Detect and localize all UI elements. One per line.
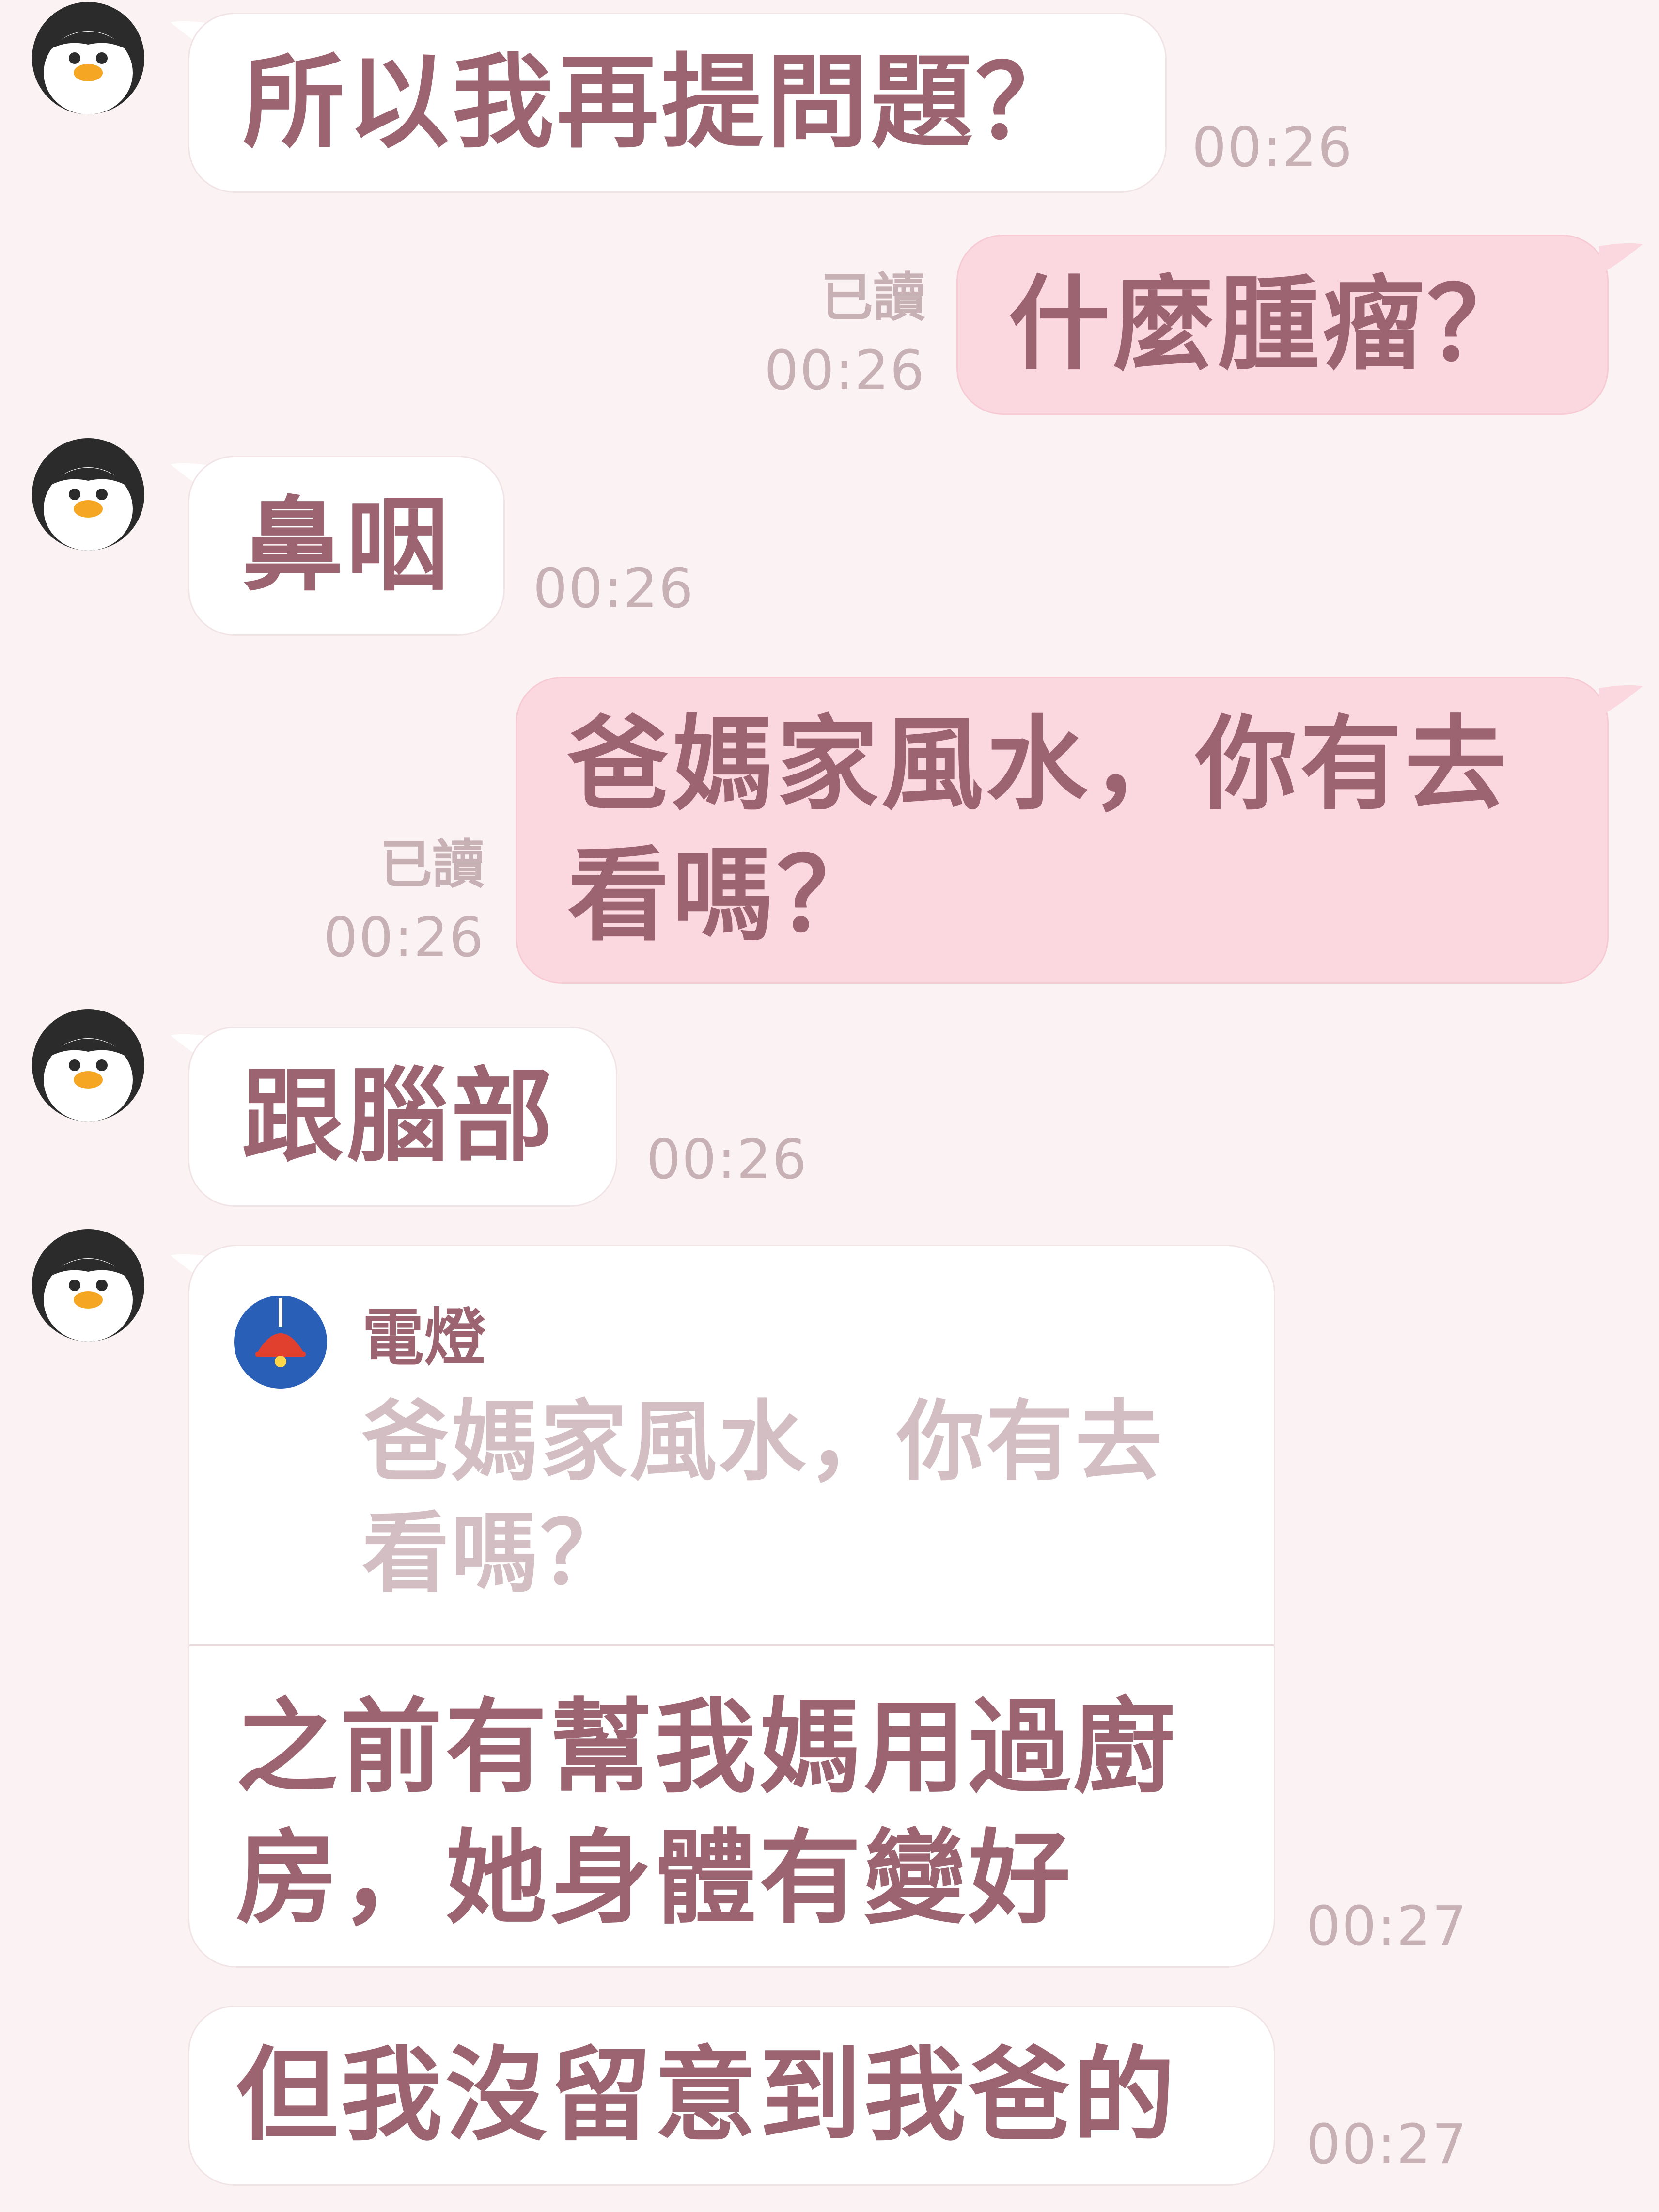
message-text: 鼻咽	[242, 486, 452, 605]
message-meta: 已讀 00:26	[727, 262, 925, 407]
message-bubble-incoming[interactable]: 但我沒留意到我爸的	[188, 2006, 1275, 2186]
bubble-tail	[1599, 243, 1643, 275]
penguin-avatar-icon[interactable]	[30, 0, 146, 116]
message-time: 00:26	[533, 557, 694, 620]
bubble-tail	[1599, 685, 1643, 717]
message-time: 00:26	[646, 1128, 808, 1191]
message-text: 之前有幫我媽用過廚房，她身體有變好	[236, 1688, 1178, 1938]
message-meta: 已讀 00:26	[291, 829, 485, 974]
read-receipt: 已讀	[379, 835, 485, 895]
reply-message-card[interactable]: 電燈 爸媽家風水，你有去看嗎？ 之前有幫我媽用過廚房，她身體有變好	[188, 1245, 1275, 1968]
message-bubble-outgoing[interactable]: 什麼腫瘤？	[956, 235, 1609, 415]
quoted-message-text: 爸媽家風水，你有去看嗎？	[362, 1391, 1165, 1604]
message-bubble-outgoing[interactable]: 爸媽家風水，你有去看嗎？	[516, 677, 1609, 984]
chat-thread: 所以我再提問題？ 00:26 已讀 00:26 什麼腫瘤？ 鼻咽 00:26 已…	[0, 0, 1659, 2212]
penguin-avatar-icon[interactable]	[30, 1227, 146, 1343]
penguin-avatar-icon[interactable]	[30, 1007, 146, 1123]
message-time: 00:26	[323, 906, 485, 969]
message-time: 00:27	[1306, 2113, 1468, 2176]
reply-divider	[189, 1644, 1274, 1646]
message-bubble-incoming[interactable]: 跟腦部	[188, 1027, 617, 1207]
message-time: 00:27	[1306, 1895, 1468, 1958]
message-bubble-incoming[interactable]: 鼻咽	[188, 456, 505, 636]
read-receipt: 已讀	[820, 268, 925, 328]
message-text: 跟腦部	[242, 1057, 556, 1176]
message-text: 什麼腫瘤？	[1008, 265, 1532, 384]
penguin-avatar-icon[interactable]	[30, 436, 146, 553]
message-bubble-incoming[interactable]: 所以我再提問題？	[188, 13, 1167, 193]
message-text: 但我沒留意到我爸的	[236, 2036, 1178, 2155]
quoted-sender-name: 電燈	[362, 1302, 486, 1374]
message-text: 爸媽家風水，你有去看嗎？	[567, 705, 1510, 955]
message-text: 所以我再提問題？	[243, 43, 1080, 162]
lamp-icon[interactable]	[233, 1295, 328, 1390]
message-time: 00:26	[764, 339, 925, 402]
message-time: 00:26	[1192, 116, 1353, 179]
